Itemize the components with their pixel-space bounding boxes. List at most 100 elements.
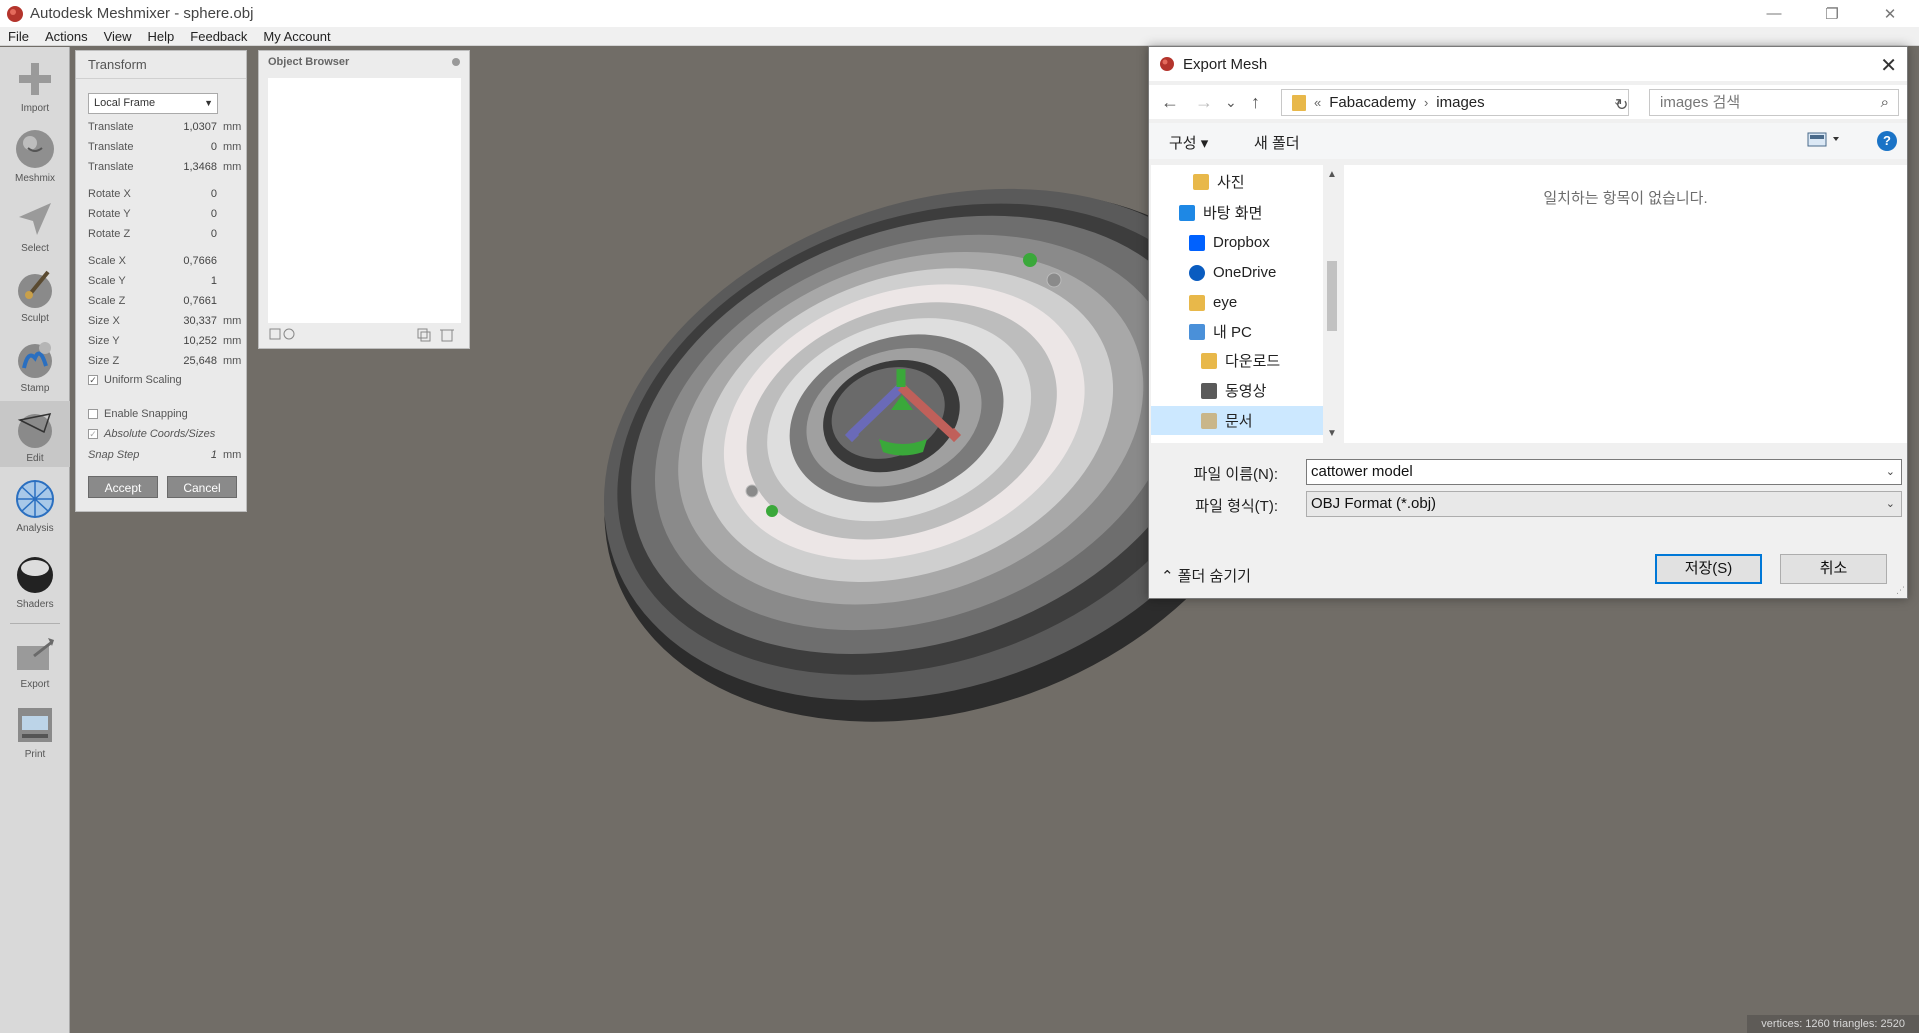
navigation-pane[interactable]: 사진 바탕 화면 Dropbox OneDrive eye 내 PC 다운로드 … <box>1151 165 1323 443</box>
nav-item-downloads[interactable]: 다운로드 <box>1201 346 1280 375</box>
size-y-field[interactable]: 10,252 <box>183 335 217 347</box>
scroll-down-icon[interactable]: ▼ <box>1327 428 1337 439</box>
tool-print[interactable]: Print <box>0 697 70 763</box>
translate-y-field[interactable]: 0 <box>211 141 217 153</box>
snap-step-row: Snap Step 1 mm <box>88 449 243 463</box>
unit-label: mm <box>223 141 242 153</box>
hide-folders-toggle[interactable]: ⌃ 폴더 숨기기 <box>1161 565 1251 586</box>
scrollbar-thumb[interactable] <box>1327 261 1337 331</box>
close-window-button[interactable]: ✕ <box>1861 0 1919 27</box>
back-arrow-icon[interactable]: ← <box>1161 92 1179 113</box>
search-input[interactable]: images 검색 ⌕ <box>1649 89 1899 116</box>
enable-snapping-checkbox[interactable]: Enable Snapping <box>88 408 188 420</box>
navigation-pane-scrollbar[interactable]: ▲ ▼ <box>1323 165 1341 443</box>
translate-x-row: Translate 1,0307 mm <box>88 121 243 135</box>
rotate-y-row: Rotate Y 0 <box>88 208 243 222</box>
chevron-down-icon[interactable]: ⌄ <box>1886 492 1895 516</box>
nav-item-documents[interactable]: 문서 <box>1151 406 1323 435</box>
nav-item-onedrive[interactable]: OneDrive <box>1189 258 1276 287</box>
hide-folders-label: 폴더 숨기기 <box>1177 568 1251 585</box>
tool-export[interactable]: Export <box>0 627 70 693</box>
forward-arrow-icon[interactable]: → <box>1195 92 1213 113</box>
size-x-row: Size X 30,337 mm <box>88 315 243 329</box>
nav-item-eye[interactable]: eye <box>1189 288 1237 317</box>
bunny-sphere-icon <box>13 127 57 171</box>
recent-locations-icon[interactable]: ⌄ <box>1225 94 1237 111</box>
filename-input[interactable]: cattower model ⌄ <box>1306 459 1902 485</box>
close-icon[interactable]: ✕ <box>1880 53 1897 78</box>
filetype-label: 파일 형식(T): <box>1195 498 1278 515</box>
organize-button[interactable]: 구성 ▾ <box>1169 132 1208 153</box>
scale-z-field[interactable]: 0,7661 <box>183 295 217 307</box>
rotate-y-field[interactable]: 0 <box>211 208 217 220</box>
scale-x-field[interactable]: 0,7666 <box>183 255 217 267</box>
check-icon: ✓ <box>88 429 98 439</box>
brush-sphere-icon <box>13 267 57 311</box>
view-options-icon[interactable] <box>1807 130 1841 152</box>
object-list[interactable] <box>268 78 461 323</box>
save-button[interactable]: 저장(S) <box>1655 554 1762 584</box>
scroll-up-icon[interactable]: ▲ <box>1327 169 1337 180</box>
menu-feedback[interactable]: Feedback <box>190 29 247 44</box>
menu-view[interactable]: View <box>104 29 132 44</box>
up-arrow-icon[interactable]: ↑ <box>1251 92 1260 113</box>
size-z-field[interactable]: 25,648 <box>183 355 217 367</box>
tool-meshmix[interactable]: Meshmix <box>0 121 70 187</box>
tool-stamp[interactable]: Stamp <box>0 331 70 397</box>
new-folder-button[interactable]: 새 폴더 <box>1254 132 1300 153</box>
tool-analysis[interactable]: Analysis <box>0 471 70 537</box>
cancel-button[interactable]: 취소 <box>1780 554 1887 584</box>
tool-import[interactable]: Import <box>0 51 70 117</box>
nav-item-desktop[interactable]: 바탕 화면 <box>1179 198 1262 227</box>
path-overflow[interactable]: « <box>1314 95 1321 110</box>
param-label: Size Y <box>88 335 120 347</box>
help-icon[interactable]: ? <box>1877 131 1897 151</box>
absolute-coords-checkbox[interactable]: ✓ Absolute Coords/Sizes <box>88 428 215 440</box>
nav-item-dropbox[interactable]: Dropbox <box>1189 228 1270 257</box>
nav-item-videos[interactable]: 동영상 <box>1201 376 1266 405</box>
desktop-icon <box>1179 204 1195 221</box>
pin-icon[interactable] <box>452 58 460 66</box>
breadcrumb-images[interactable]: images <box>1436 94 1484 111</box>
accept-button[interactable]: Accept <box>88 476 158 498</box>
nav-item-this-pc[interactable]: 내 PC <box>1189 317 1252 346</box>
translate-z-field[interactable]: 1,3468 <box>183 161 217 173</box>
uniform-scaling-checkbox[interactable]: ✓ Uniform Scaling <box>88 374 182 386</box>
filetype-select[interactable]: OBJ Format (*.obj) ⌄ <box>1306 491 1902 517</box>
menu-my-account[interactable]: My Account <box>263 29 330 44</box>
file-list-area[interactable]: 일치하는 항목이 없습니다. <box>1344 165 1907 443</box>
unit-label: mm <box>223 449 242 461</box>
rotate-z-field[interactable]: 0 <box>211 228 217 240</box>
param-label: Size Z <box>88 355 120 367</box>
chevron-down-icon[interactable]: ⌄ <box>1886 460 1895 484</box>
object-browser-panel: Object Browser <box>258 50 470 349</box>
minimize-button[interactable]: — <box>1745 0 1803 27</box>
cancel-transform-button[interactable]: Cancel <box>167 476 237 498</box>
nav-item-photos[interactable]: 사진 <box>1193 167 1245 196</box>
snap-step-field[interactable]: 1 <box>211 449 217 461</box>
downloads-folder-icon <box>1201 352 1217 369</box>
tool-edit[interactable]: Edit <box>0 401 70 467</box>
scale-y-field[interactable]: 1 <box>211 275 217 287</box>
tool-sculpt[interactable]: Sculpt <box>0 261 70 327</box>
menu-file[interactable]: File <box>8 29 29 44</box>
breadcrumb-fabacademy[interactable]: Fabacademy <box>1329 94 1416 111</box>
refresh-icon[interactable]: ↻ <box>1615 95 1628 115</box>
size-x-field[interactable]: 30,337 <box>183 315 217 327</box>
filename-row: 파일 이름(N): cattower model ⌄ <box>1149 459 1907 485</box>
gizmo-handle-green-top <box>1023 253 1037 267</box>
tool-shaders[interactable]: Shaders <box>0 547 70 613</box>
translate-x-field[interactable]: 1,0307 <box>183 121 217 133</box>
restore-button[interactable]: ❐ <box>1803 0 1861 27</box>
address-bar[interactable]: « Fabacademy › images ⌄ <box>1281 89 1629 116</box>
check-icon: ✓ <box>88 375 98 385</box>
menu-actions[interactable]: Actions <box>45 29 88 44</box>
export-folder-icon <box>13 633 57 677</box>
frame-dropdown[interactable]: Local Frame ▼ <box>88 93 218 114</box>
resize-grip-icon[interactable]: ⋰ <box>1896 585 1905 596</box>
rotate-x-field[interactable]: 0 <box>211 188 217 200</box>
tool-select[interactable]: Select <box>0 191 70 257</box>
folder-icon <box>1292 94 1306 111</box>
dialog-title: Export Mesh <box>1183 55 1268 73</box>
menu-help[interactable]: Help <box>148 29 175 44</box>
